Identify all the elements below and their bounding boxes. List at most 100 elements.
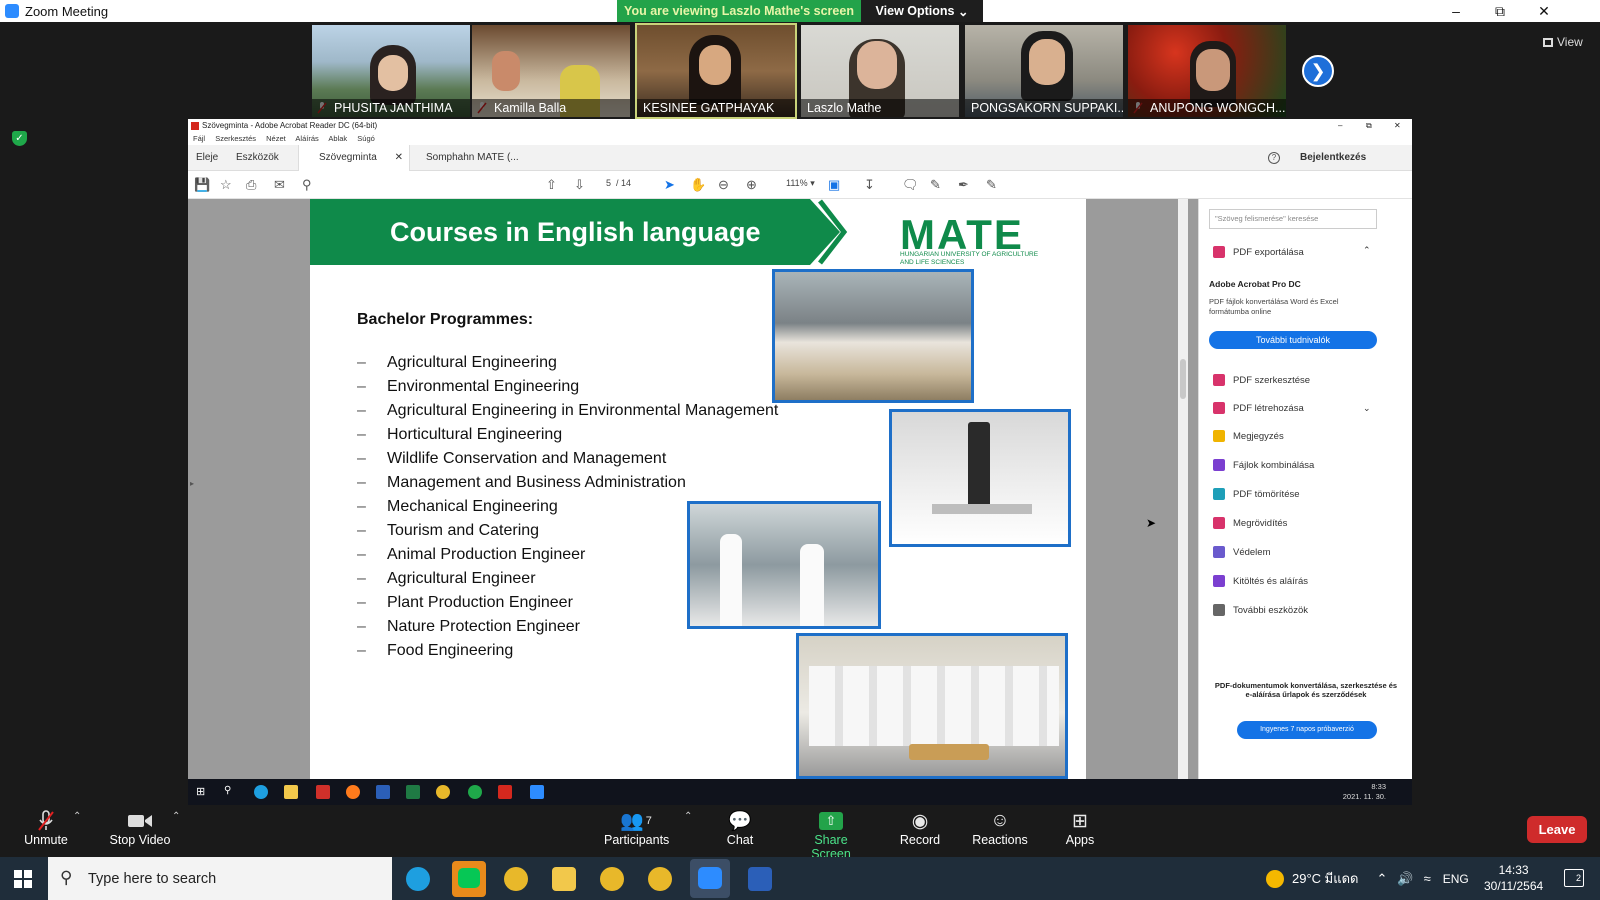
tool-item[interactable]: Kitöltés és aláírás <box>1213 572 1308 590</box>
document-scrollbar[interactable] <box>1178 199 1188 779</box>
chrome-profile-icon[interactable] <box>600 867 624 891</box>
participants-button[interactable]: 👥 7 Participants <box>604 809 669 847</box>
tool-item[interactable]: PDF szerkesztése <box>1213 371 1310 389</box>
zoom-in-icon[interactable]: ⊕ <box>746 178 757 192</box>
print-icon[interactable]: ⎙ <box>246 178 256 192</box>
list-dash: – <box>357 378 366 395</box>
unmute-button[interactable]: Unmute <box>24 809 68 847</box>
export-pdf-item[interactable]: PDF exportálása <box>1213 243 1304 261</box>
maximize-button[interactable]: ⧉ <box>1478 0 1522 22</box>
menu-window[interactable]: Ablak <box>328 134 347 143</box>
windows-start-button[interactable] <box>0 857 46 900</box>
zoom-level-dropdown[interactable]: 111% ▾ <box>786 178 815 189</box>
acrobat-minimize-icon[interactable]: – <box>1338 119 1342 133</box>
chevron-down-icon[interactable]: ⌄ <box>1363 403 1371 414</box>
free-trial-button[interactable]: Ingyenes 7 napos próbaverzió <box>1237 721 1377 739</box>
show-hidden-icons-icon[interactable]: ⌃ <box>1377 871 1388 887</box>
next-page-icon[interactable]: ⇩ <box>574 178 585 192</box>
menu-sign[interactable]: Aláírás <box>295 134 318 143</box>
tool-item[interactable]: Fájlok kombinálása <box>1213 456 1314 474</box>
tab-document-szovegminta[interactable]: Szövegminta ✕ <box>298 145 410 171</box>
save-icon[interactable]: 💾 <box>194 178 210 192</box>
close-button[interactable]: ✕ <box>1522 0 1566 22</box>
tool-item[interactable]: PDF tömörítése <box>1213 485 1300 503</box>
network-icon[interactable]: ≈ <box>1424 871 1431 886</box>
record-button[interactable]: ◉ Record <box>898 809 942 848</box>
learn-more-button[interactable]: További tudnivalók <box>1209 331 1377 349</box>
menu-view[interactable]: Nézet <box>266 134 286 143</box>
taskbar-clock[interactable]: 14:33 30/11/2564 <box>1484 862 1543 894</box>
fit-page-icon[interactable]: ▣ <box>828 178 840 192</box>
participant-video[interactable]: PHUSITA JANTHIMA <box>312 25 470 117</box>
weather-text[interactable]: 29°C มีแดด <box>1292 868 1359 889</box>
minimize-button[interactable]: – <box>1434 0 1478 22</box>
tool-item[interactable]: Megrövidítés <box>1213 514 1287 532</box>
menu-file[interactable]: Fájl <box>193 134 205 143</box>
language-indicator[interactable]: ENG <box>1443 872 1469 886</box>
tab-home[interactable]: Eleje <box>188 145 226 171</box>
page-number-field[interactable]: 5 / 14 <box>606 178 631 188</box>
video-options-chevron-icon[interactable]: ⌃ <box>172 811 180 822</box>
stamp-icon[interactable]: ✎ <box>986 178 997 192</box>
volume-icon[interactable]: 🔊 <box>1397 871 1413 887</box>
notifications-icon[interactable]: 2 <box>1564 869 1584 887</box>
sign-icon[interactable]: ✒ <box>958 178 969 192</box>
chrome-icon[interactable] <box>504 867 528 891</box>
highlight-pen-icon[interactable]: ✎ <box>930 178 941 192</box>
signin-link[interactable]: Bejelentkezés <box>1292 145 1374 171</box>
bookmark-star-icon[interactable]: ☆ <box>220 178 232 192</box>
word-icon[interactable] <box>748 867 772 891</box>
left-panel-toggle-icon[interactable]: ▸ <box>190 479 194 488</box>
apps-button[interactable]: ⊞ Apps <box>1062 809 1098 848</box>
view-options-button[interactable]: View Options ⌄ <box>861 0 983 22</box>
tool-item[interactable]: PDF létrehozása <box>1213 399 1304 417</box>
tool-item[interactable]: További eszközök <box>1213 601 1308 619</box>
line-app-icon[interactable] <box>452 861 486 897</box>
email-icon[interactable]: ✉ <box>274 178 285 192</box>
zoom-out-icon[interactable]: ⊖ <box>718 178 729 192</box>
participants-chevron-icon[interactable]: ⌃ <box>684 811 692 822</box>
document-view[interactable]: Courses in English language MATE HUNGARI… <box>188 199 1198 779</box>
leave-button[interactable]: Leave <box>1527 816 1587 843</box>
tab-document-somphahn[interactable]: Somphahn MATE (... <box>418 145 527 171</box>
hand-tool-icon[interactable]: ✋ <box>690 178 706 192</box>
scroll-mode-icon[interactable]: ↧ <box>864 178 875 192</box>
share-screen-button[interactable]: ⇧ Share Screen <box>793 809 869 861</box>
stop-video-button[interactable]: Stop Video <box>108 809 172 847</box>
acrobat-close-icon[interactable]: ✕ <box>1394 119 1401 133</box>
select-cursor-icon[interactable]: ➤ <box>664 178 675 192</box>
scrollbar-thumb[interactable] <box>1180 359 1186 399</box>
chrome-profile-2-icon[interactable] <box>648 867 672 891</box>
menu-help[interactable]: Súgó <box>357 134 375 143</box>
tool-search-input[interactable]: "Szöveg felismerése" keresése <box>1209 209 1377 229</box>
participant-video[interactable]: ANUPONG WONGCH... <box>1128 25 1286 117</box>
help-icon[interactable]: ? <box>1268 152 1280 164</box>
redact-icon <box>1213 517 1225 529</box>
next-page-arrow-icon[interactable]: ❯ <box>1302 55 1334 87</box>
chevron-up-icon[interactable]: ⌃ <box>1363 245 1371 256</box>
reactions-button[interactable]: ☺ Reactions <box>972 809 1028 847</box>
tool-item[interactable]: Védelem <box>1213 543 1271 561</box>
close-tab-icon[interactable]: ✕ <box>395 145 403 171</box>
taskbar-search-box[interactable]: ⚲ Type here to search <box>48 857 392 900</box>
comment-icon[interactable]: 🗨 <box>902 178 919 192</box>
edge-icon[interactable] <box>406 867 430 891</box>
chat-button[interactable]: 💬 Chat <box>720 809 760 847</box>
participant-video[interactable]: Laszlo Mathe <box>801 25 959 117</box>
file-explorer-icon[interactable] <box>552 867 576 891</box>
zoom-taskbar-icon[interactable] <box>690 859 730 898</box>
chrome-icon <box>436 785 450 799</box>
acrobat-icon <box>498 785 512 799</box>
tab-tools[interactable]: Eszközök <box>228 145 287 171</box>
participant-video[interactable]: PONGSAKORN SUPPAKI... <box>965 25 1123 117</box>
menu-edit[interactable]: Szerkesztés <box>215 134 256 143</box>
audio-options-chevron-icon[interactable]: ⌃ <box>73 811 81 822</box>
participant-video[interactable]: Kamilla Balla <box>472 25 630 117</box>
search-icon[interactable]: ⚲ <box>302 178 312 192</box>
view-button[interactable]: View <box>1543 35 1583 49</box>
encryption-shield-icon[interactable]: ✓ <box>12 131 27 146</box>
prev-page-icon[interactable]: ⇧ <box>546 178 557 192</box>
acrobat-maximize-icon[interactable]: ⧉ <box>1366 119 1372 133</box>
participant-video-active-speaker[interactable]: KESINEE GATPHAYAK <box>635 23 797 119</box>
tool-item[interactable]: Megjegyzés <box>1213 427 1284 445</box>
